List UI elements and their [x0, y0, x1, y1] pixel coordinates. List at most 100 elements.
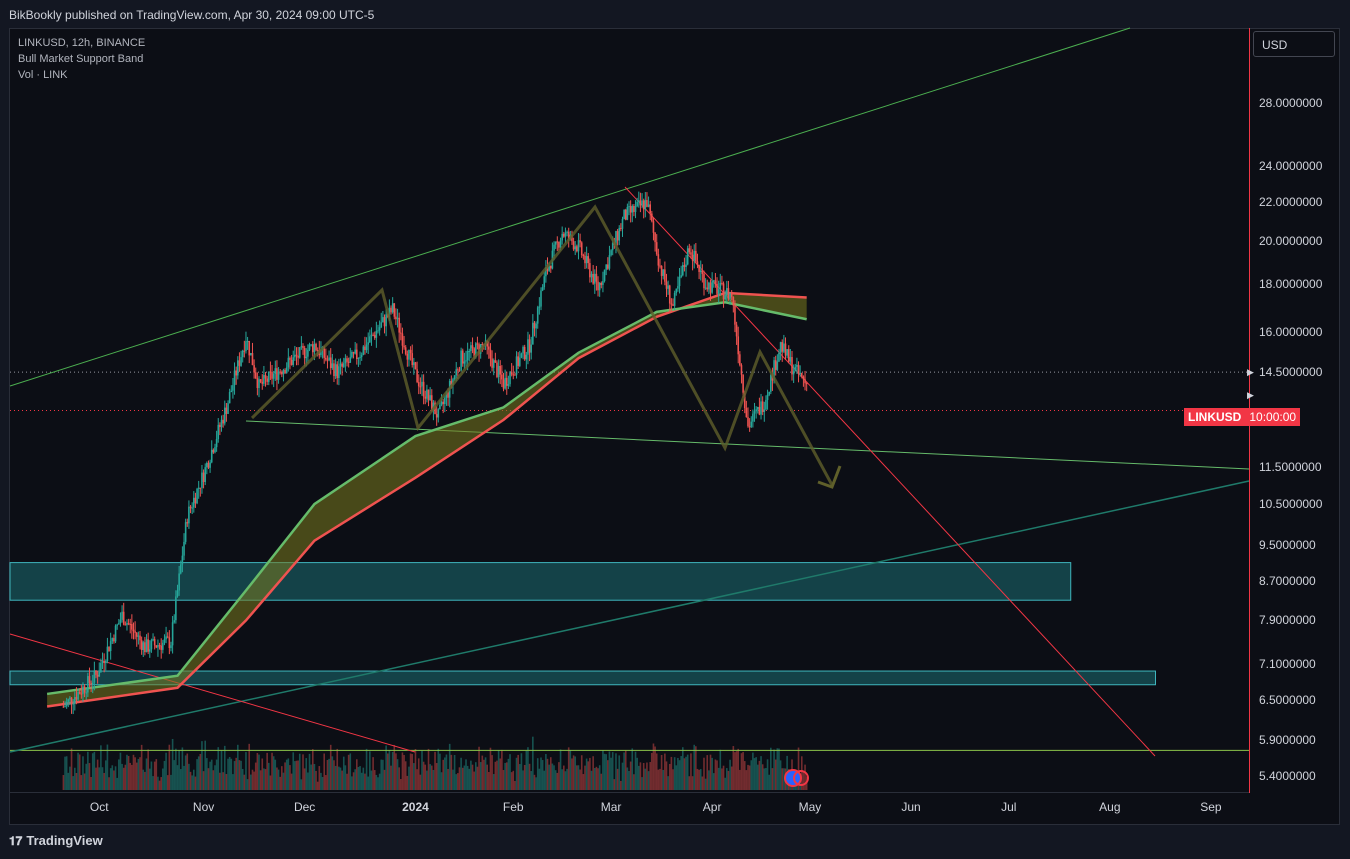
candle-body — [732, 296, 735, 306]
candle-body — [300, 346, 303, 348]
candle-body — [465, 360, 467, 362]
candle-body — [90, 682, 92, 685]
candle-body — [341, 363, 343, 367]
volume-bar — [457, 773, 459, 790]
volume-bar — [245, 752, 247, 790]
volume-bar — [325, 775, 327, 790]
candle-body — [634, 205, 637, 212]
volume-bar — [776, 748, 779, 790]
candle-body — [737, 336, 740, 355]
candle-body — [755, 409, 757, 412]
candle-body — [476, 343, 479, 345]
candle-body — [577, 240, 580, 252]
price-chart[interactable] — [0, 0, 1350, 859]
candle-body — [708, 282, 710, 290]
candle-body — [193, 497, 195, 508]
volume-bar — [510, 772, 513, 790]
volume-bar — [336, 748, 339, 790]
volume-bar — [219, 772, 221, 790]
legend-indicator[interactable]: Bull Market Support Band — [18, 51, 145, 67]
candle-body — [763, 409, 766, 412]
candle-body — [165, 636, 167, 640]
volume-bar — [313, 764, 316, 790]
volume-bar — [362, 767, 365, 790]
volume-bar — [196, 759, 198, 790]
volume-bar — [633, 774, 635, 790]
volume-bar — [778, 748, 780, 790]
volume-bar — [401, 752, 404, 790]
candle-body — [530, 344, 533, 353]
volume-bar — [504, 762, 506, 790]
candle-body — [440, 401, 443, 405]
volume-bar — [523, 764, 526, 790]
candle-body — [533, 322, 536, 329]
candle-body — [647, 204, 650, 207]
candle-body — [760, 401, 762, 415]
volume-bar — [373, 770, 376, 790]
currency-button[interactable]: USD — [1253, 31, 1335, 57]
volume-bar — [453, 754, 456, 790]
volume-bar — [678, 760, 681, 790]
candle-body — [623, 209, 625, 220]
volume-bar — [256, 753, 259, 790]
candle-body — [515, 356, 518, 375]
volume-bar — [758, 760, 761, 790]
volume-bar — [701, 776, 704, 790]
candle-body — [416, 369, 418, 383]
candle-body — [121, 611, 123, 620]
candle-body — [804, 379, 806, 384]
volume-bar — [372, 757, 374, 790]
volume-bar — [75, 772, 78, 790]
volume-bar — [171, 738, 174, 790]
legend-symbol[interactable]: LINKUSD, 12h, BINANCE — [18, 35, 145, 51]
volume-bar — [765, 768, 767, 790]
volume-bar — [127, 756, 130, 790]
volume-bar — [664, 753, 666, 790]
legend-volume[interactable]: Vol · LINK — [18, 67, 145, 83]
volume-bar — [264, 769, 267, 790]
volume-bar — [404, 761, 407, 790]
candle-body — [311, 344, 314, 353]
candle-body — [207, 462, 210, 468]
volume-bar — [688, 776, 691, 790]
candle-body — [582, 255, 585, 257]
candle-body — [334, 364, 337, 377]
volume-bar — [566, 768, 568, 790]
candle-body — [590, 273, 593, 278]
candle-body — [549, 265, 552, 269]
volume-bar — [535, 777, 537, 790]
footer-brand[interactable]: 𝟏𝟕 TradingView — [9, 833, 103, 849]
candle-body — [329, 357, 332, 368]
candle-body — [574, 246, 577, 250]
volume-bar — [64, 756, 66, 790]
volume-bar — [111, 765, 114, 790]
volume-bar — [641, 777, 643, 790]
candle-body — [357, 357, 360, 360]
volume-bar — [465, 759, 467, 790]
candle-body — [520, 353, 523, 358]
volume-bar — [416, 769, 418, 790]
candle-body — [527, 339, 529, 355]
candle-body — [132, 629, 135, 632]
volume-bar — [186, 753, 189, 790]
volume-bar — [364, 773, 366, 790]
candle-body — [417, 382, 420, 387]
volume-bar — [527, 747, 529, 790]
volume-bar — [243, 774, 246, 790]
volume-bar — [232, 774, 234, 790]
candle-body — [325, 357, 327, 360]
candle-body — [298, 347, 301, 358]
volume-bar — [206, 758, 208, 790]
volume-bar — [191, 775, 193, 790]
candle-body — [670, 303, 673, 305]
candle-body — [75, 697, 78, 700]
volume-bar — [352, 772, 355, 790]
band-fast-line — [46, 300, 807, 696]
volume-bar — [223, 745, 226, 790]
candle-body — [406, 353, 409, 360]
volume-bar — [474, 762, 477, 790]
candle-body — [391, 303, 394, 313]
candle-body — [258, 379, 260, 389]
candle-body — [351, 352, 353, 358]
candle-body — [794, 366, 797, 372]
